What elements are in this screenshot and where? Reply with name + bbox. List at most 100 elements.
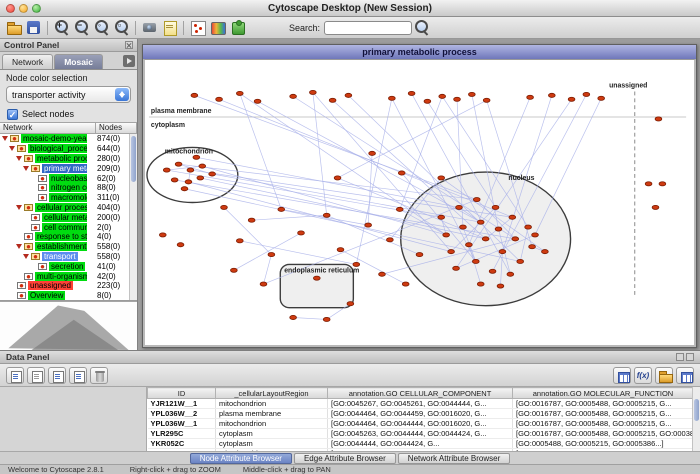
expander-icon[interactable] bbox=[9, 146, 15, 151]
network-node[interactable] bbox=[353, 262, 360, 266]
zoom-fit-icon[interactable]: ▫ bbox=[112, 18, 131, 37]
column-header[interactable]: ID bbox=[148, 388, 216, 399]
tab-node-attribute-browser[interactable]: Node Attribute Browser bbox=[190, 453, 292, 464]
tab-edge-attribute-browser[interactable]: Edge Attribute Browser bbox=[294, 453, 396, 464]
tree-row[interactable]: nitrogen compo...88(0) bbox=[0, 183, 129, 193]
network-node[interactable] bbox=[495, 227, 502, 231]
expander-icon[interactable] bbox=[2, 136, 8, 141]
network-node[interactable] bbox=[473, 197, 480, 201]
network-node[interactable] bbox=[512, 237, 519, 241]
column-header[interactable]: _cellularLayoutRegion bbox=[216, 388, 328, 399]
network-node[interactable] bbox=[497, 284, 504, 288]
unselect-attributes-icon[interactable] bbox=[27, 367, 45, 384]
network-canvas[interactable]: plasma membranecytoplasmmitochondrionnuc… bbox=[143, 59, 696, 347]
tree-row[interactable]: cell communicat...2(0) bbox=[0, 222, 129, 232]
tree-row[interactable]: secretion41(0) bbox=[0, 261, 129, 271]
network-node[interactable] bbox=[379, 272, 386, 276]
network-node[interactable] bbox=[548, 93, 555, 97]
network-node[interactable] bbox=[323, 213, 330, 217]
expander-icon[interactable] bbox=[23, 166, 29, 171]
tree-row[interactable]: multi-organism pro...42(0) bbox=[0, 271, 129, 281]
table-row[interactable]: YKR052Ccytoplasm[GO:0044444, GO:0044424,… bbox=[148, 439, 694, 449]
formula-builder-icon[interactable]: f(x) bbox=[634, 367, 652, 384]
column-header[interactable]: annotation.GO CELLULAR_COMPONENT bbox=[328, 388, 513, 399]
tree-row[interactable]: Overview8(0) bbox=[0, 291, 129, 300]
network-node[interactable] bbox=[260, 282, 267, 286]
zoom-in-icon[interactable]: + bbox=[52, 18, 71, 37]
network-node[interactable] bbox=[278, 207, 285, 211]
network-node[interactable] bbox=[652, 205, 659, 209]
network-node[interactable] bbox=[598, 96, 605, 100]
network-node[interactable] bbox=[527, 95, 534, 99]
network-node[interactable] bbox=[583, 92, 590, 96]
network-node[interactable] bbox=[477, 220, 484, 224]
scrollbar-thumb[interactable] bbox=[131, 136, 136, 182]
network-node[interactable] bbox=[199, 164, 206, 168]
close-window-button[interactable] bbox=[6, 4, 15, 13]
network-node[interactable] bbox=[659, 182, 666, 186]
float-panel-icon[interactable] bbox=[676, 353, 684, 361]
network-node[interactable] bbox=[313, 276, 320, 280]
column-header[interactable]: annotation.GO MOLECULAR_FUNCTION bbox=[513, 388, 694, 399]
network-node[interactable] bbox=[448, 250, 455, 254]
network-node[interactable] bbox=[231, 268, 238, 272]
network-node[interactable] bbox=[236, 91, 243, 95]
network-node[interactable] bbox=[460, 225, 467, 229]
network-node[interactable] bbox=[337, 248, 344, 252]
network-node[interactable] bbox=[542, 250, 549, 254]
network-node[interactable] bbox=[298, 231, 305, 235]
annotation-icon[interactable] bbox=[160, 18, 179, 37]
network-node[interactable] bbox=[197, 176, 204, 180]
birdseye-view[interactable] bbox=[0, 301, 137, 350]
network-node[interactable] bbox=[159, 233, 166, 237]
table-row[interactable]: YDR039C__1mitochondrion[GO:0044444, GO:0… bbox=[148, 449, 694, 452]
network-node[interactable] bbox=[499, 250, 506, 254]
network-node[interactable] bbox=[453, 266, 460, 270]
matrix-icon[interactable] bbox=[613, 367, 631, 384]
network-node[interactable] bbox=[398, 171, 405, 175]
network-node[interactable] bbox=[477, 282, 484, 286]
tree-row[interactable]: cellular process404(0) bbox=[0, 203, 129, 213]
network-node[interactable] bbox=[365, 223, 372, 227]
tree-row[interactable]: nucleobase...62(0) bbox=[0, 173, 129, 183]
zoom-selected-icon[interactable]: ◦ bbox=[92, 18, 111, 37]
network-node[interactable] bbox=[456, 205, 463, 209]
table-row[interactable]: YLR295Ccytoplasm[GO:0045263, GO:0044444,… bbox=[148, 429, 694, 439]
network-node[interactable] bbox=[509, 215, 516, 219]
tree-header-network[interactable]: Network bbox=[0, 122, 96, 134]
network-node[interactable] bbox=[517, 259, 524, 263]
network-node[interactable] bbox=[323, 317, 330, 321]
select-attributes-icon[interactable] bbox=[6, 367, 24, 384]
tab-network-attribute-browser[interactable]: Network Attribute Browser bbox=[398, 453, 510, 464]
network-node[interactable] bbox=[492, 205, 499, 209]
chevron-right-icon[interactable] bbox=[123, 55, 135, 67]
network-node[interactable] bbox=[387, 238, 394, 242]
network-node[interactable] bbox=[290, 315, 297, 319]
zoom-out-icon[interactable]: − bbox=[72, 18, 91, 37]
table-row[interactable]: YPL036W__2plasma membrane[GO:0044464, GO… bbox=[148, 409, 694, 419]
close-panel-icon[interactable] bbox=[125, 41, 133, 49]
tree-header-nodes[interactable]: Nodes bbox=[96, 122, 137, 134]
network-node[interactable] bbox=[209, 172, 216, 176]
network-node[interactable] bbox=[402, 282, 409, 286]
network-node[interactable] bbox=[254, 99, 261, 103]
tree-row[interactable]: primary metabo...209(0) bbox=[0, 163, 129, 173]
network-node[interactable] bbox=[466, 243, 473, 247]
new-attribute-icon[interactable] bbox=[48, 367, 66, 384]
network-node[interactable] bbox=[236, 239, 243, 243]
network-node[interactable] bbox=[187, 168, 194, 172]
network-node[interactable] bbox=[181, 187, 188, 191]
snapshot-icon[interactable] bbox=[140, 18, 159, 37]
network-node[interactable] bbox=[454, 97, 461, 101]
network-node[interactable] bbox=[472, 259, 479, 263]
node-color-select[interactable]: transporter activity bbox=[6, 86, 131, 103]
network-node[interactable] bbox=[408, 91, 415, 95]
tree-row[interactable]: unassigned223(0) bbox=[0, 281, 129, 291]
titlebar[interactable]: Cytoscape Desktop (New Session) bbox=[0, 0, 700, 17]
scrollbar-thumb[interactable] bbox=[694, 399, 699, 421]
network-node[interactable] bbox=[191, 93, 198, 97]
network-node[interactable] bbox=[439, 94, 446, 98]
network-graph[interactable]: plasma membranecytoplasmmitochondrionnuc… bbox=[145, 60, 694, 345]
expander-icon[interactable] bbox=[16, 205, 22, 210]
network-node[interactable] bbox=[396, 207, 403, 211]
